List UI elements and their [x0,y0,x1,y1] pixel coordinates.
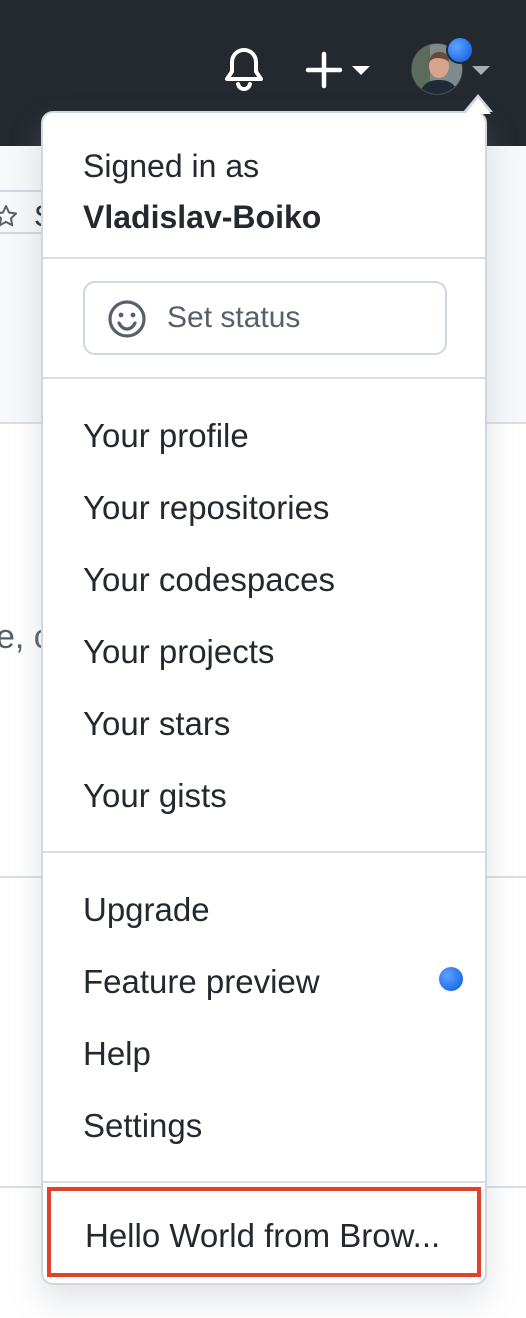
menu-divider [43,1181,485,1183]
menu-item-your-profile[interactable]: Your profile [43,399,485,469]
caret-down-icon[interactable] [352,66,370,75]
new-indicator-dot [439,967,463,991]
menu-item-feature-preview[interactable]: Feature preview [43,945,485,1015]
menu-item-your-codespaces[interactable]: Your codespaces [43,543,485,613]
menu-item-label: Your repositories [83,489,330,526]
username: Vladislav-Boiko [83,199,322,236]
plus-icon[interactable] [304,50,344,90]
signed-in-header: Signed in as Vladislav-Boiko [83,141,321,243]
menu-divider [43,257,485,259]
signed-in-label: Signed in as [83,148,260,184]
caret-down-icon[interactable] [472,66,490,75]
menu-item-your-repositories[interactable]: Your repositories [43,471,485,541]
menu-item-label: Feature preview [83,963,320,1000]
menu-item-label: Your projects [83,633,275,670]
menu-item-your-projects[interactable]: Your projects [43,615,485,685]
menu-item-your-gists[interactable]: Your gists [43,759,485,829]
bell-icon[interactable] [222,46,266,92]
menu-divider [43,851,485,853]
menu-divider [43,377,485,379]
set-status-label: Set status [167,301,301,334]
star-icon [0,205,17,227]
smiley-icon [108,300,146,338]
menu-item-hello-world-extension[interactable]: Hello World from Brow... [47,1187,481,1277]
menu-item-label: Your stars [83,705,231,742]
set-status-button[interactable]: Set status [83,281,447,355]
menu-item-label: Your codespaces [83,561,335,598]
notification-badge [446,36,474,64]
menu-item-label: Upgrade [83,891,210,928]
user-dropdown-menu: Signed in as Vladislav-Boiko Set status … [41,94,493,1285]
menu-item-label: Help [83,1035,151,1072]
menu-item-label: Settings [83,1107,203,1144]
menu-item-settings[interactable]: Settings [43,1089,485,1159]
menu-item-help[interactable]: Help [43,1017,485,1087]
menu-item-label: Hello World from Brow... [85,1217,441,1254]
menu-item-label: Your profile [83,417,249,454]
menu-item-your-stars[interactable]: Your stars [43,687,485,757]
menu-item-upgrade[interactable]: Upgrade [43,873,485,943]
menu-item-label: Your gists [83,777,227,814]
